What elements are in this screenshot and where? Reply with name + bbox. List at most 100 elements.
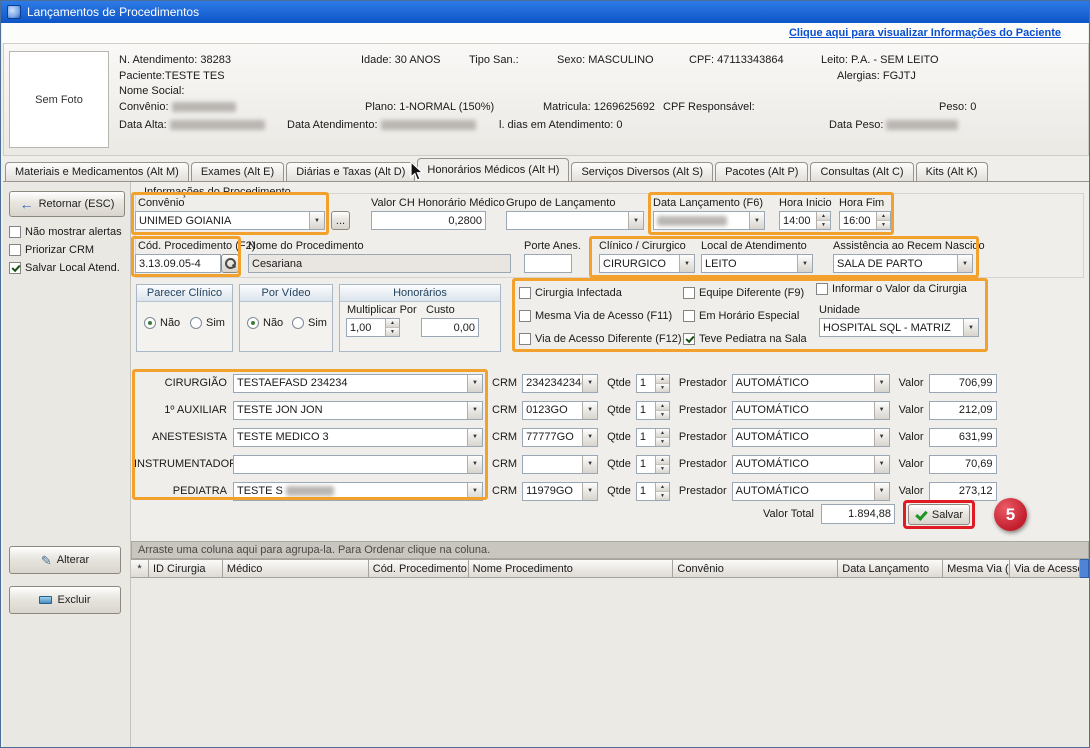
patient-cpf-responsavel: CPF Responsável:	[663, 101, 755, 113]
convenio-select[interactable]: UNIMED GOIANIA ▼	[135, 211, 325, 230]
pediatra-select[interactable]: TESTE S▼	[233, 482, 483, 501]
spinner-buttons[interactable]: ▲▼	[876, 212, 890, 229]
cirurgiao-qtde-spinner[interactable]: 1▲▼	[636, 374, 670, 393]
instrumentador-qtde-spinner[interactable]: 1▲▼	[636, 455, 670, 474]
video-nao-radio[interactable]: Não	[247, 317, 283, 329]
grid-body-empty[interactable]	[131, 578, 1089, 747]
tab-kits[interactable]: Kits (Alt K)	[916, 162, 988, 181]
chevron-down-icon[interactable]: ▼	[679, 255, 694, 272]
col-mesma-via[interactable]: Mesma Via (	[943, 559, 1010, 578]
via-acesso-diferente-checkbox[interactable]: Via de Acesso Diferente (F12)	[519, 332, 682, 346]
mesma-via-acesso-checkbox[interactable]: Mesma Via de Acesso (F11)	[519, 309, 672, 323]
spinner-buttons[interactable]: ▲▼	[816, 212, 830, 229]
checkbox-icon[interactable]	[9, 226, 21, 238]
chevron-down-icon[interactable]: ▼	[628, 212, 643, 229]
chevron-down-icon[interactable]: ▼	[309, 212, 324, 229]
cod-procedimento-input[interactable]: 3.13.09.05-4	[135, 254, 221, 273]
spin-down-icon: ▼	[386, 327, 399, 336]
tab-honorarios-medicos[interactable]: Honorários Médicos (Alt H)	[417, 158, 569, 181]
grid-group-hint[interactable]: Arraste uma coluna aqui para agrupa-la. …	[131, 541, 1089, 559]
convenio-more-button[interactable]: ...	[331, 211, 350, 230]
auxiliar-valor-input[interactable]: 212,09	[929, 401, 997, 420]
data-lancamento-select[interactable]: ▼	[653, 211, 765, 230]
parecer-nao-radio[interactable]: Não	[144, 317, 180, 329]
spin-down-icon: ▼	[656, 464, 669, 473]
grid-scroll-cell[interactable]	[1080, 559, 1089, 578]
unidade-select[interactable]: HOSPITAL SQL - MATRIZ ▼	[819, 318, 979, 337]
chevron-down-icon[interactable]: ▼	[797, 255, 812, 272]
hora-inicio-spinner[interactable]: 14:00 ▲▼	[779, 211, 831, 230]
hora-fim-spinner[interactable]: 16:00 ▲▼	[839, 211, 891, 230]
instrumentador-prestador-select[interactable]: AUTOMÁTICO▼	[732, 455, 890, 474]
pediatra-crm-select[interactable]: 11979GO▼	[522, 482, 598, 501]
tab-consultas[interactable]: Consultas (Alt C)	[810, 162, 913, 181]
assistencia-select[interactable]: SALA DE PARTO ▼	[833, 254, 973, 273]
anestesista-prestador-select[interactable]: AUTOMÁTICO▼	[732, 428, 890, 447]
excluir-button[interactable]: Excluir	[9, 586, 121, 614]
instrumentador-select[interactable]: ▼	[233, 455, 483, 474]
col-convenio[interactable]: Convênio	[673, 559, 838, 578]
alterar-button[interactable]: ✎ Alterar	[9, 546, 121, 574]
nao-mostrar-alertas-checkbox[interactable]: Não mostrar alertas	[9, 225, 122, 239]
tab-exames[interactable]: Exames (Alt E)	[191, 162, 284, 181]
teve-pediatra-checkbox[interactable]: Teve Pediatra na Sala	[683, 332, 807, 346]
anestesista-select[interactable]: TESTE MEDICO 3▼	[233, 428, 483, 447]
col-data-lancamento[interactable]: Data Lançamento	[838, 559, 943, 578]
multiplicar-spinner[interactable]: 1,00 ▲▼	[346, 318, 400, 337]
cirurgiao-valor-input[interactable]: 706,99	[929, 374, 997, 393]
procedimento-search-button[interactable]	[221, 254, 239, 273]
priorizar-crm-checkbox[interactable]: Priorizar CRM	[9, 243, 94, 257]
pediatra-valor-input[interactable]: 273,12	[929, 482, 997, 501]
porte-anes-input[interactable]	[524, 254, 572, 273]
tab-materiais[interactable]: Materiais e Medicamentos (Alt M)	[5, 162, 189, 181]
retornar-button[interactable]: ← Retornar (ESC)	[9, 191, 125, 217]
instrumentador-crm-select[interactable]: ▼	[522, 455, 598, 474]
tab-diarias[interactable]: Diárias e Taxas (Alt D)	[286, 162, 415, 181]
auxiliar-qtde-spinner[interactable]: 1▲▼	[636, 401, 670, 420]
chevron-down-icon[interactable]: ▼	[749, 212, 764, 229]
salvar-local-atend-checkbox[interactable]: Salvar Local Atend.	[9, 261, 120, 275]
patient-peso: Peso: 0	[939, 101, 976, 113]
informar-valor-cirurgia-checkbox[interactable]: Informar o Valor da Cirurgia	[816, 282, 967, 296]
tab-pacotes[interactable]: Pacotes (Alt P)	[715, 162, 808, 181]
custo-input[interactable]: 0,00	[421, 318, 479, 337]
local-atendimento-select[interactable]: LEITO ▼	[701, 254, 813, 273]
redacted-value	[886, 120, 958, 130]
auxiliar-select[interactable]: TESTE JON JON▼	[233, 401, 483, 420]
equipe-diferente-checkbox[interactable]: Equipe Diferente (F9)	[683, 286, 804, 300]
grid-corner-cell[interactable]: *	[131, 559, 149, 578]
chevron-down-icon: ▼	[467, 483, 482, 500]
auxiliar-crm-select[interactable]: 0123GO▼	[522, 401, 598, 420]
auxiliar-prestador-select[interactable]: AUTOMÁTICO▼	[732, 401, 890, 420]
clinico-cirurgico-select[interactable]: CIRURGICO ▼	[599, 254, 695, 273]
chevron-down-icon: ▼	[467, 456, 482, 473]
anestesista-crm-select[interactable]: 77777GO▼	[522, 428, 598, 447]
cirurgia-infectada-checkbox[interactable]: Cirurgia Infectada	[519, 286, 622, 300]
col-medico[interactable]: Médico	[223, 559, 369, 578]
valor-ch-input[interactable]: 0,2800	[371, 211, 486, 230]
chevron-down-icon[interactable]: ▼	[957, 255, 972, 272]
tab-servicos[interactable]: Serviços Diversos (Alt S)	[571, 162, 713, 181]
cirurgiao-prestador-select[interactable]: AUTOMÁTICO▼	[732, 374, 890, 393]
pediatra-prestador-select[interactable]: AUTOMÁTICO▼	[732, 482, 890, 501]
salvar-button[interactable]: Salvar	[908, 504, 970, 525]
cirurgiao-crm-select[interactable]: 234234234(▼	[522, 374, 598, 393]
patient-info-link[interactable]: Clique aqui para visualizar Informações …	[789, 27, 1061, 39]
anestesista-qtde-spinner[interactable]: 1▲▼	[636, 428, 670, 447]
spinner-buttons[interactable]: ▲▼	[385, 319, 399, 336]
col-nome-procedimento[interactable]: Nome Procedimento	[469, 559, 674, 578]
col-cod-procedimento[interactable]: Cód. Procedimento	[369, 559, 469, 578]
cirurgiao-select[interactable]: TESTAEFASD 234234▼	[233, 374, 483, 393]
chevron-down-icon[interactable]: ▼	[963, 319, 978, 336]
checkbox-checked-icon[interactable]	[9, 262, 21, 274]
grupo-lancamento-select[interactable]: ▼	[506, 211, 644, 230]
video-sim-radio[interactable]: Sim	[292, 317, 327, 329]
col-id-cirurgia[interactable]: ID Cirurgia	[149, 559, 223, 578]
parecer-sim-radio[interactable]: Sim	[190, 317, 225, 329]
col-via-acesso[interactable]: Via de Acesso	[1010, 559, 1080, 578]
checkbox-icon[interactable]	[9, 244, 21, 256]
pediatra-qtde-spinner[interactable]: 1▲▼	[636, 482, 670, 501]
em-horario-especial-checkbox[interactable]: Em Horário Especial	[683, 309, 799, 323]
anestesista-valor-input[interactable]: 631,99	[929, 428, 997, 447]
instrumentador-valor-input[interactable]: 70,69	[929, 455, 997, 474]
